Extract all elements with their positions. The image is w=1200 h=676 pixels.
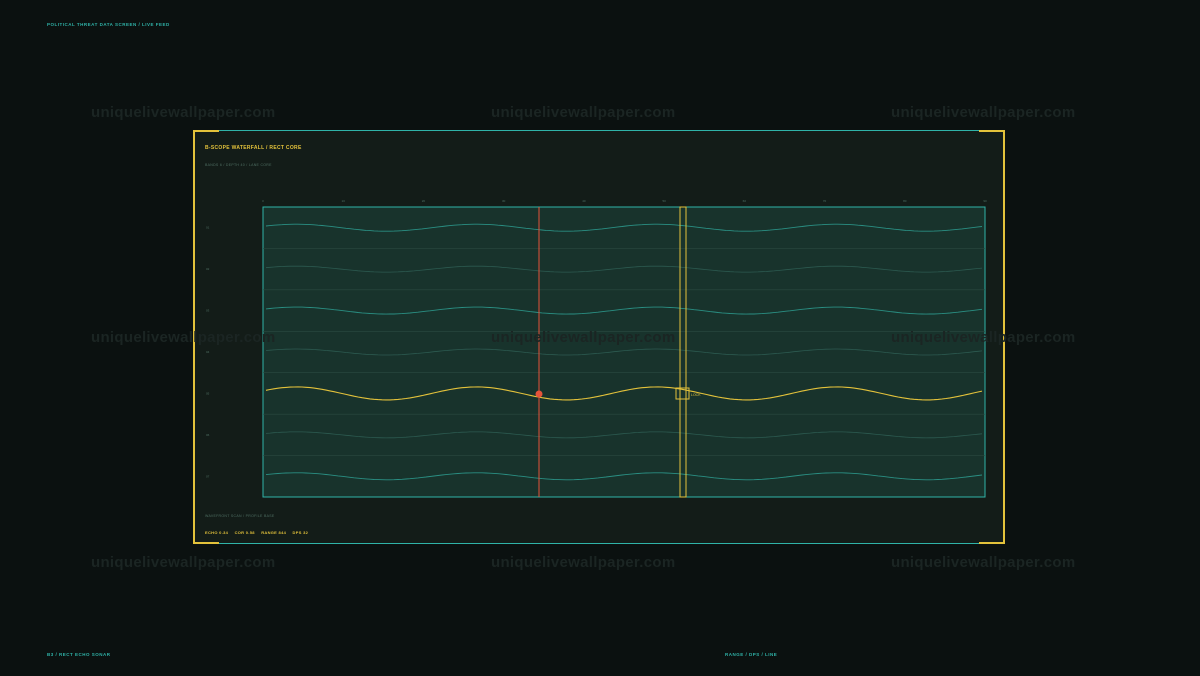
top-tick-label: 90 <box>983 199 987 203</box>
sonar-panel: B-SCOPE WATERFALL / RECT CORE BANDS 6 / … <box>193 130 1005 544</box>
watermark-7: uniquelivewallpaper.com <box>91 554 276 571</box>
row-label: 01 <box>206 226 210 230</box>
watermark-8: uniquelivewallpaper.com <box>491 554 676 571</box>
top-tick-label: 0 <box>262 199 264 203</box>
row-label: 07 <box>206 474 210 478</box>
row-label: 03 <box>206 309 210 313</box>
top-tick-label: 10 <box>342 199 346 203</box>
row-labels: 01 02 03 04 05 06 07 <box>206 226 210 479</box>
scope-frame <box>262 206 986 498</box>
row-label: 04 <box>206 350 210 354</box>
top-tick-label: 60 <box>743 199 747 203</box>
waterfall-scope[interactable]: 0 10 20 30 40 50 60 70 80 90 01 02 03 04 05 06 07 LOCK <box>194 131 1006 545</box>
watermark-1: uniquelivewallpaper.com <box>91 104 276 121</box>
header-label: POLITICAL THREAT DATA SCREEN / LIVE FEED <box>47 22 170 27</box>
footer-left: B3 / RECT ECHO SONAR <box>47 652 111 657</box>
top-tick-label: 50 <box>662 199 666 203</box>
echo-dot-icon[interactable] <box>535 390 543 398</box>
top-tick-label: 80 <box>903 199 907 203</box>
watermark-3: uniquelivewallpaper.com <box>891 104 1076 121</box>
row-label: 05 <box>206 391 210 395</box>
lock-marker-label: LOCK <box>691 393 701 397</box>
top-tick-label: 30 <box>502 199 506 203</box>
footer-right: RANGE / DPS / LINE <box>725 652 778 657</box>
row-label: 06 <box>206 433 210 437</box>
watermark-2: uniquelivewallpaper.com <box>491 104 676 121</box>
watermark-9: uniquelivewallpaper.com <box>891 554 1076 571</box>
top-tick-label: 40 <box>582 199 586 203</box>
row-label: 02 <box>206 267 210 271</box>
top-tick-label: 20 <box>422 199 426 203</box>
top-tick-label: 70 <box>823 199 827 203</box>
